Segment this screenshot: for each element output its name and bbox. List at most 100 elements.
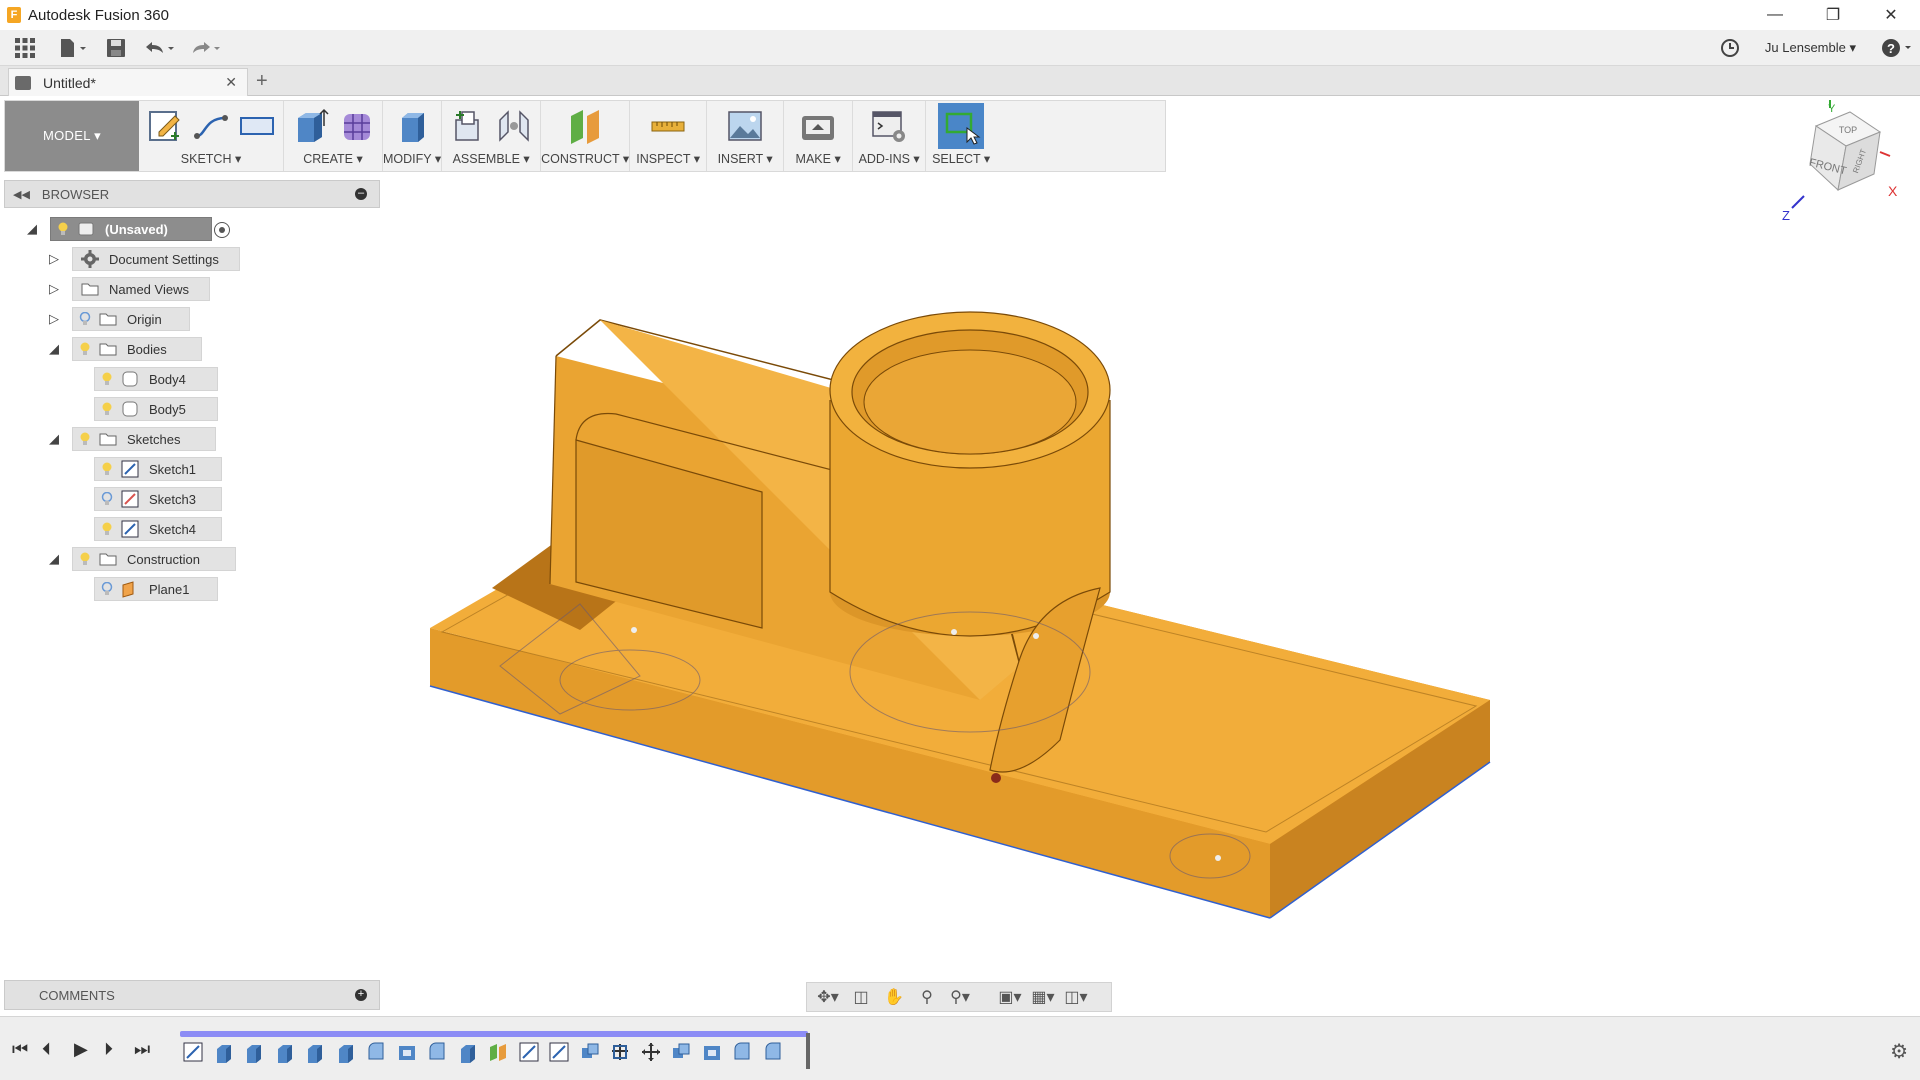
timeline-feature-extrude-icon[interactable]: [243, 1041, 265, 1063]
form-tspline-icon[interactable]: [336, 106, 376, 146]
timeline-feature-extrude-icon[interactable]: [304, 1041, 326, 1063]
sketch-point[interactable]: [991, 773, 1001, 783]
visibility-bulb-off-icon[interactable]: [101, 582, 113, 596]
tree-item-sketches[interactable]: Sketches: [72, 427, 216, 451]
timeline-feature-shell-icon[interactable]: [396, 1041, 418, 1063]
timeline-feature-split-icon[interactable]: [609, 1041, 631, 1063]
add-ins-menu[interactable]: ADD-INS ▾: [859, 151, 920, 169]
timeline-feature-extrude-icon[interactable]: [213, 1041, 235, 1063]
collapse-root-icon[interactable]: ◢: [24, 221, 40, 237]
timeline-track[interactable]: [180, 1031, 808, 1037]
zoom-icon[interactable]: ⚲: [912, 985, 942, 1009]
timeline-feature-sketch-icon[interactable]: [518, 1041, 540, 1063]
sketch-point[interactable]: [1215, 855, 1221, 861]
collapse-bodies-icon[interactable]: ◢: [46, 341, 62, 357]
view-cube[interactable]: TOP FRONT RIGHT Y X Z: [1780, 100, 1900, 230]
press-pull-icon[interactable]: [392, 106, 432, 146]
sketch-point[interactable]: [1033, 633, 1039, 639]
select-menu[interactable]: SELECT ▾: [932, 151, 990, 169]
pan-hand-icon[interactable]: ✋: [879, 985, 909, 1009]
tree-item-bodies[interactable]: Bodies: [72, 337, 202, 361]
close-window-button[interactable]: ✕: [1862, 0, 1920, 30]
collapse-construction-icon[interactable]: ◢: [46, 551, 62, 567]
make-menu[interactable]: MAKE ▾: [796, 151, 841, 169]
comments-panel-header[interactable]: COMMENTS +: [4, 980, 380, 1010]
minimize-button[interactable]: —: [1746, 0, 1804, 30]
timeline-play-icon[interactable]: ▶: [74, 1039, 88, 1060]
select-tool-icon[interactable]: [938, 103, 985, 149]
tree-item-named-views[interactable]: Named Views: [72, 277, 210, 301]
3d-viewport[interactable]: [380, 180, 1920, 970]
tree-item-sketch1[interactable]: Sketch1: [94, 457, 222, 481]
sketch-point[interactable]: [951, 629, 957, 635]
save-icon[interactable]: [96, 33, 136, 63]
timeline-feature-fillet-icon[interactable]: [731, 1041, 753, 1063]
timeline-end-icon[interactable]: ⏭: [134, 1039, 150, 1060]
sketch-menu[interactable]: SKETCH ▾: [181, 151, 241, 169]
joint-icon[interactable]: [494, 106, 534, 146]
visibility-bulb-icon[interactable]: [79, 552, 91, 566]
file-menu-icon[interactable]: [50, 33, 96, 63]
visibility-bulb-icon[interactable]: [101, 462, 113, 476]
timeline-feature-sketch-icon[interactable]: [548, 1041, 570, 1063]
timeline-forward-icon[interactable]: ⏵: [104, 1039, 113, 1060]
extrude-icon[interactable]: [290, 106, 330, 146]
activate-radio-icon[interactable]: [214, 222, 230, 238]
timeline-feature-shell-icon[interactable]: [701, 1041, 723, 1063]
workspace-switcher[interactable]: MODEL ▾: [5, 101, 139, 171]
fit-zoom-window-icon[interactable]: ⚲▾: [945, 985, 975, 1009]
insert-image-icon[interactable]: [725, 106, 765, 146]
tree-item-construction[interactable]: Construction: [72, 547, 236, 571]
tree-item-plane1[interactable]: Plane1: [94, 577, 218, 601]
timeline-feature-fillet-icon[interactable]: [365, 1041, 387, 1063]
viewports-icon[interactable]: ◫▾: [1061, 985, 1091, 1009]
new-component-icon[interactable]: [448, 106, 488, 146]
create-sketch-icon[interactable]: [145, 106, 185, 146]
data-panel-grid-icon[interactable]: [0, 33, 50, 63]
timeline-marker[interactable]: [806, 1033, 810, 1069]
timeline-settings-gear-icon[interactable]: ⚙: [1890, 1039, 1908, 1064]
insert-menu[interactable]: INSERT ▾: [718, 151, 773, 169]
inspect-menu[interactable]: INSPECT ▾: [636, 151, 700, 169]
timeline-feature-plane-icon[interactable]: [487, 1041, 509, 1063]
timeline-feature-move-icon[interactable]: [640, 1041, 662, 1063]
expand-named-views-icon[interactable]: ▷: [46, 281, 62, 297]
create-menu[interactable]: CREATE ▾: [303, 151, 363, 169]
measure-icon[interactable]: [648, 106, 688, 146]
modify-menu[interactable]: MODIFY ▾: [383, 151, 441, 169]
new-tab-icon[interactable]: +: [256, 70, 268, 93]
visibility-bulb-icon[interactable]: [79, 432, 91, 446]
offset-plane-icon[interactable]: [565, 106, 605, 146]
visibility-bulb-off-icon[interactable]: [101, 492, 113, 506]
expand-document-settings-icon[interactable]: ▷: [46, 251, 62, 267]
timeline-feature-extrude-icon[interactable]: [335, 1041, 357, 1063]
job-status-clock-icon[interactable]: [1715, 33, 1745, 63]
line-tool-icon[interactable]: [191, 106, 231, 146]
collapse-browser-icon[interactable]: ◀◀: [13, 188, 30, 201]
tree-item-sketch4[interactable]: Sketch4: [94, 517, 222, 541]
construct-menu[interactable]: CONSTRUCT ▾: [541, 151, 629, 169]
timeline-feature-extrude-icon[interactable]: [274, 1041, 296, 1063]
tree-root-unsaved[interactable]: (Unsaved): [50, 217, 212, 241]
timeline-feature-combine-icon[interactable]: [579, 1041, 601, 1063]
tree-item-body5[interactable]: Body5: [94, 397, 218, 421]
minimize-browser-icon[interactable]: –: [355, 188, 367, 200]
view-cube-top-label[interactable]: TOP: [1839, 125, 1857, 135]
help-icon[interactable]: ?: [1876, 33, 1920, 63]
expand-origin-icon[interactable]: ▷: [46, 311, 62, 327]
orbit-icon[interactable]: ✥▾: [813, 985, 843, 1009]
tree-item-origin[interactable]: Origin: [72, 307, 190, 331]
redo-icon[interactable]: [182, 33, 228, 63]
grid-settings-icon[interactable]: ▦▾: [1028, 985, 1058, 1009]
timeline-back-icon[interactable]: ⏴: [42, 1039, 51, 1060]
assemble-menu[interactable]: ASSEMBLE ▾: [453, 151, 530, 169]
timeline-feature-fillet-icon[interactable]: [426, 1041, 448, 1063]
undo-icon[interactable]: [136, 33, 182, 63]
close-tab-icon[interactable]: ✕: [225, 74, 237, 91]
visibility-bulb-icon[interactable]: [101, 372, 113, 386]
visibility-bulb-off-icon[interactable]: [79, 312, 91, 326]
timeline-feature-combine-icon[interactable]: [670, 1041, 692, 1063]
timeline-feature-sketch-icon[interactable]: [182, 1041, 204, 1063]
timeline-feature-extrude-icon[interactable]: [457, 1041, 479, 1063]
tree-item-document-settings[interactable]: Document Settings: [72, 247, 240, 271]
